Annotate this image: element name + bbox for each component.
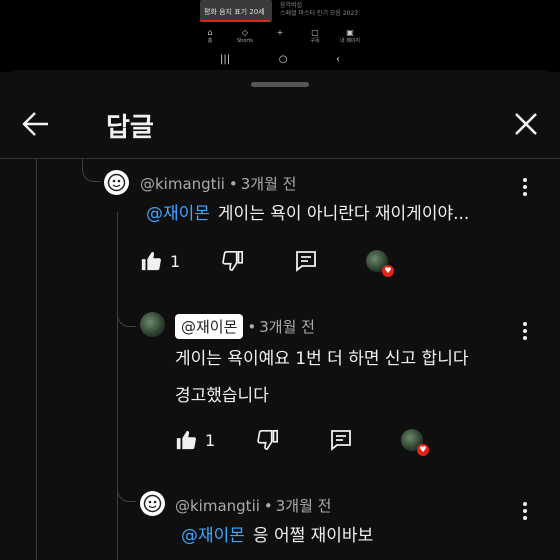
kebab-dot bbox=[523, 336, 527, 340]
replies-sheet: 답글 @kimangtii • 3개월 전 @재이몬 게이는 욕이 아니란다 재이게이… bbox=[0, 70, 560, 560]
kebab-dot bbox=[523, 502, 527, 506]
bottom-nav: ⌂ 홈 ◇ Shorts + ▢ 구독 ▣ 내 페이지 bbox=[195, 28, 365, 50]
comment-meta: @kimangtii • 3개월 전 bbox=[140, 173, 296, 194]
system-navigation-bar: ||| ○ ‹ bbox=[220, 52, 340, 66]
thread-connector bbox=[117, 302, 136, 327]
timestamp: 3개월 전 bbox=[275, 497, 332, 515]
library-icon: ▣ bbox=[346, 28, 354, 37]
reply-icon bbox=[331, 430, 351, 451]
comment-text: @재이몬 응 어쩔 재이바보 bbox=[181, 521, 373, 551]
nav-label: 홈 bbox=[207, 38, 213, 44]
thumbnail-caption: 평화 음지 표기 20세 bbox=[204, 8, 265, 16]
reply-icon bbox=[296, 251, 316, 272]
video-strip: 평화 음지 표기 20세 음악비섭 스페셜 마스터 인기 모음 2023 ⌂ 홈 … bbox=[0, 0, 560, 72]
mention-link[interactable]: @재이몬 bbox=[181, 526, 245, 546]
video-subtitle: 스페셜 마스터 인기 모음 2023 bbox=[280, 10, 359, 17]
kebab-dot bbox=[523, 192, 527, 196]
heart-icon: ♥ bbox=[382, 265, 394, 277]
thumbs-down-icon bbox=[257, 430, 278, 450]
nav-home[interactable]: ⌂ 홈 bbox=[195, 28, 225, 50]
author-name[interactable]: @kimangtii bbox=[140, 175, 225, 193]
comment-text: @재이몬 게이는 욕이 아니란다 재이게이야... bbox=[146, 199, 469, 229]
recents-button[interactable]: ||| bbox=[220, 54, 230, 65]
video-title: 음악비섭 bbox=[280, 2, 303, 9]
shorts-icon: ◇ bbox=[241, 28, 249, 37]
meta-separator: • bbox=[263, 497, 273, 515]
like-count: 1 bbox=[170, 251, 181, 271]
comment-line: 게이는 욕이예요 1번 더 하면 신고 합니다 bbox=[175, 349, 469, 369]
kebab-dot bbox=[523, 516, 527, 520]
dislike-button[interactable] bbox=[257, 427, 279, 453]
comment-actions: 1 ♥ bbox=[140, 248, 400, 277]
arrow-left-icon bbox=[22, 112, 48, 136]
comment-text: 게이는 욕이예요 1번 더 하면 신고 합니다 경고했습니다 bbox=[175, 344, 468, 411]
thread-line bbox=[36, 159, 37, 560]
meta-separator: • bbox=[228, 175, 238, 193]
more-options-button[interactable] bbox=[520, 176, 530, 198]
home-icon: ⌂ bbox=[207, 28, 213, 37]
avatar[interactable] bbox=[104, 170, 129, 195]
kebab-dot bbox=[523, 185, 527, 189]
nav-label: Shorts bbox=[236, 38, 254, 44]
more-options-button[interactable] bbox=[520, 500, 530, 522]
more-options-button[interactable] bbox=[520, 320, 530, 342]
timestamp: 3개월 전 bbox=[259, 318, 315, 336]
kebab-dot bbox=[523, 178, 527, 182]
creator-heart: ♥ bbox=[401, 427, 429, 456]
comment-meta: @kimangtii • 3개월 전 bbox=[175, 495, 331, 516]
thumbs-down-icon bbox=[222, 251, 243, 271]
comment-actions: 1 ♥ bbox=[175, 427, 435, 456]
nav-label: 구독 bbox=[310, 38, 320, 44]
comment-body: 게이는 욕이 아니란다 재이게이야... bbox=[217, 204, 470, 224]
home-button[interactable]: ○ bbox=[279, 54, 288, 65]
author-name[interactable]: @kimangtii bbox=[175, 497, 260, 515]
close-button[interactable] bbox=[510, 108, 542, 140]
subscriptions-icon: ▢ bbox=[311, 28, 319, 37]
comment-meta: @재이몬 • 3개월 전 bbox=[175, 314, 315, 339]
comment-body: 응 어쩔 재이바보 bbox=[252, 526, 374, 546]
video-thumbnail[interactable]: 평화 음지 표기 20세 bbox=[200, 0, 272, 22]
watch-progress-bar bbox=[200, 20, 270, 22]
nav-label: 내 페이지 bbox=[340, 38, 360, 44]
avatar-drawing-icon bbox=[143, 494, 162, 513]
page-title: 답글 bbox=[106, 113, 154, 143]
plus-icon: + bbox=[276, 28, 284, 37]
avatar[interactable] bbox=[140, 491, 165, 516]
nav-create[interactable]: + bbox=[265, 28, 295, 50]
comment-line: 경고했습니다 bbox=[175, 386, 269, 406]
nav-shorts[interactable]: ◇ Shorts bbox=[230, 28, 260, 50]
meta-separator: • bbox=[247, 318, 257, 336]
thread-connector bbox=[82, 159, 101, 182]
video-info: 음악비섭 스페셜 마스터 인기 모음 2023 bbox=[280, 2, 358, 18]
drag-handle[interactable] bbox=[251, 82, 309, 87]
back-button[interactable] bbox=[20, 108, 52, 140]
avatar-drawing-icon bbox=[107, 173, 126, 192]
kebab-dot bbox=[523, 509, 527, 513]
back-system-button[interactable]: ‹ bbox=[336, 54, 340, 65]
mention-link[interactable]: @재이몬 bbox=[146, 204, 210, 224]
nav-you[interactable]: ▣ 내 페이지 bbox=[335, 28, 365, 50]
thumbs-up-icon bbox=[176, 430, 196, 450]
kebab-dot bbox=[523, 329, 527, 333]
thumbs-up-icon bbox=[141, 251, 161, 271]
dislike-button[interactable] bbox=[222, 248, 244, 274]
thread-connector bbox=[117, 474, 136, 502]
nav-subscriptions[interactable]: ▢ 구독 bbox=[300, 28, 330, 50]
kebab-dot bbox=[523, 322, 527, 326]
close-icon bbox=[515, 113, 537, 135]
thread-line bbox=[117, 212, 118, 560]
creator-heart: ♥ bbox=[366, 248, 394, 277]
timestamp: 3개월 전 bbox=[240, 175, 297, 193]
reply-button[interactable] bbox=[294, 248, 318, 274]
sheet-header: 답글 bbox=[0, 90, 560, 158]
author-chip[interactable]: @재이몬 bbox=[175, 314, 244, 339]
like-count: 1 bbox=[205, 430, 216, 450]
reply-button[interactable] bbox=[329, 427, 353, 453]
heart-icon: ♥ bbox=[417, 444, 429, 456]
like-button[interactable]: 1 bbox=[140, 248, 180, 274]
like-button[interactable]: 1 bbox=[175, 427, 215, 453]
avatar[interactable] bbox=[140, 312, 165, 337]
